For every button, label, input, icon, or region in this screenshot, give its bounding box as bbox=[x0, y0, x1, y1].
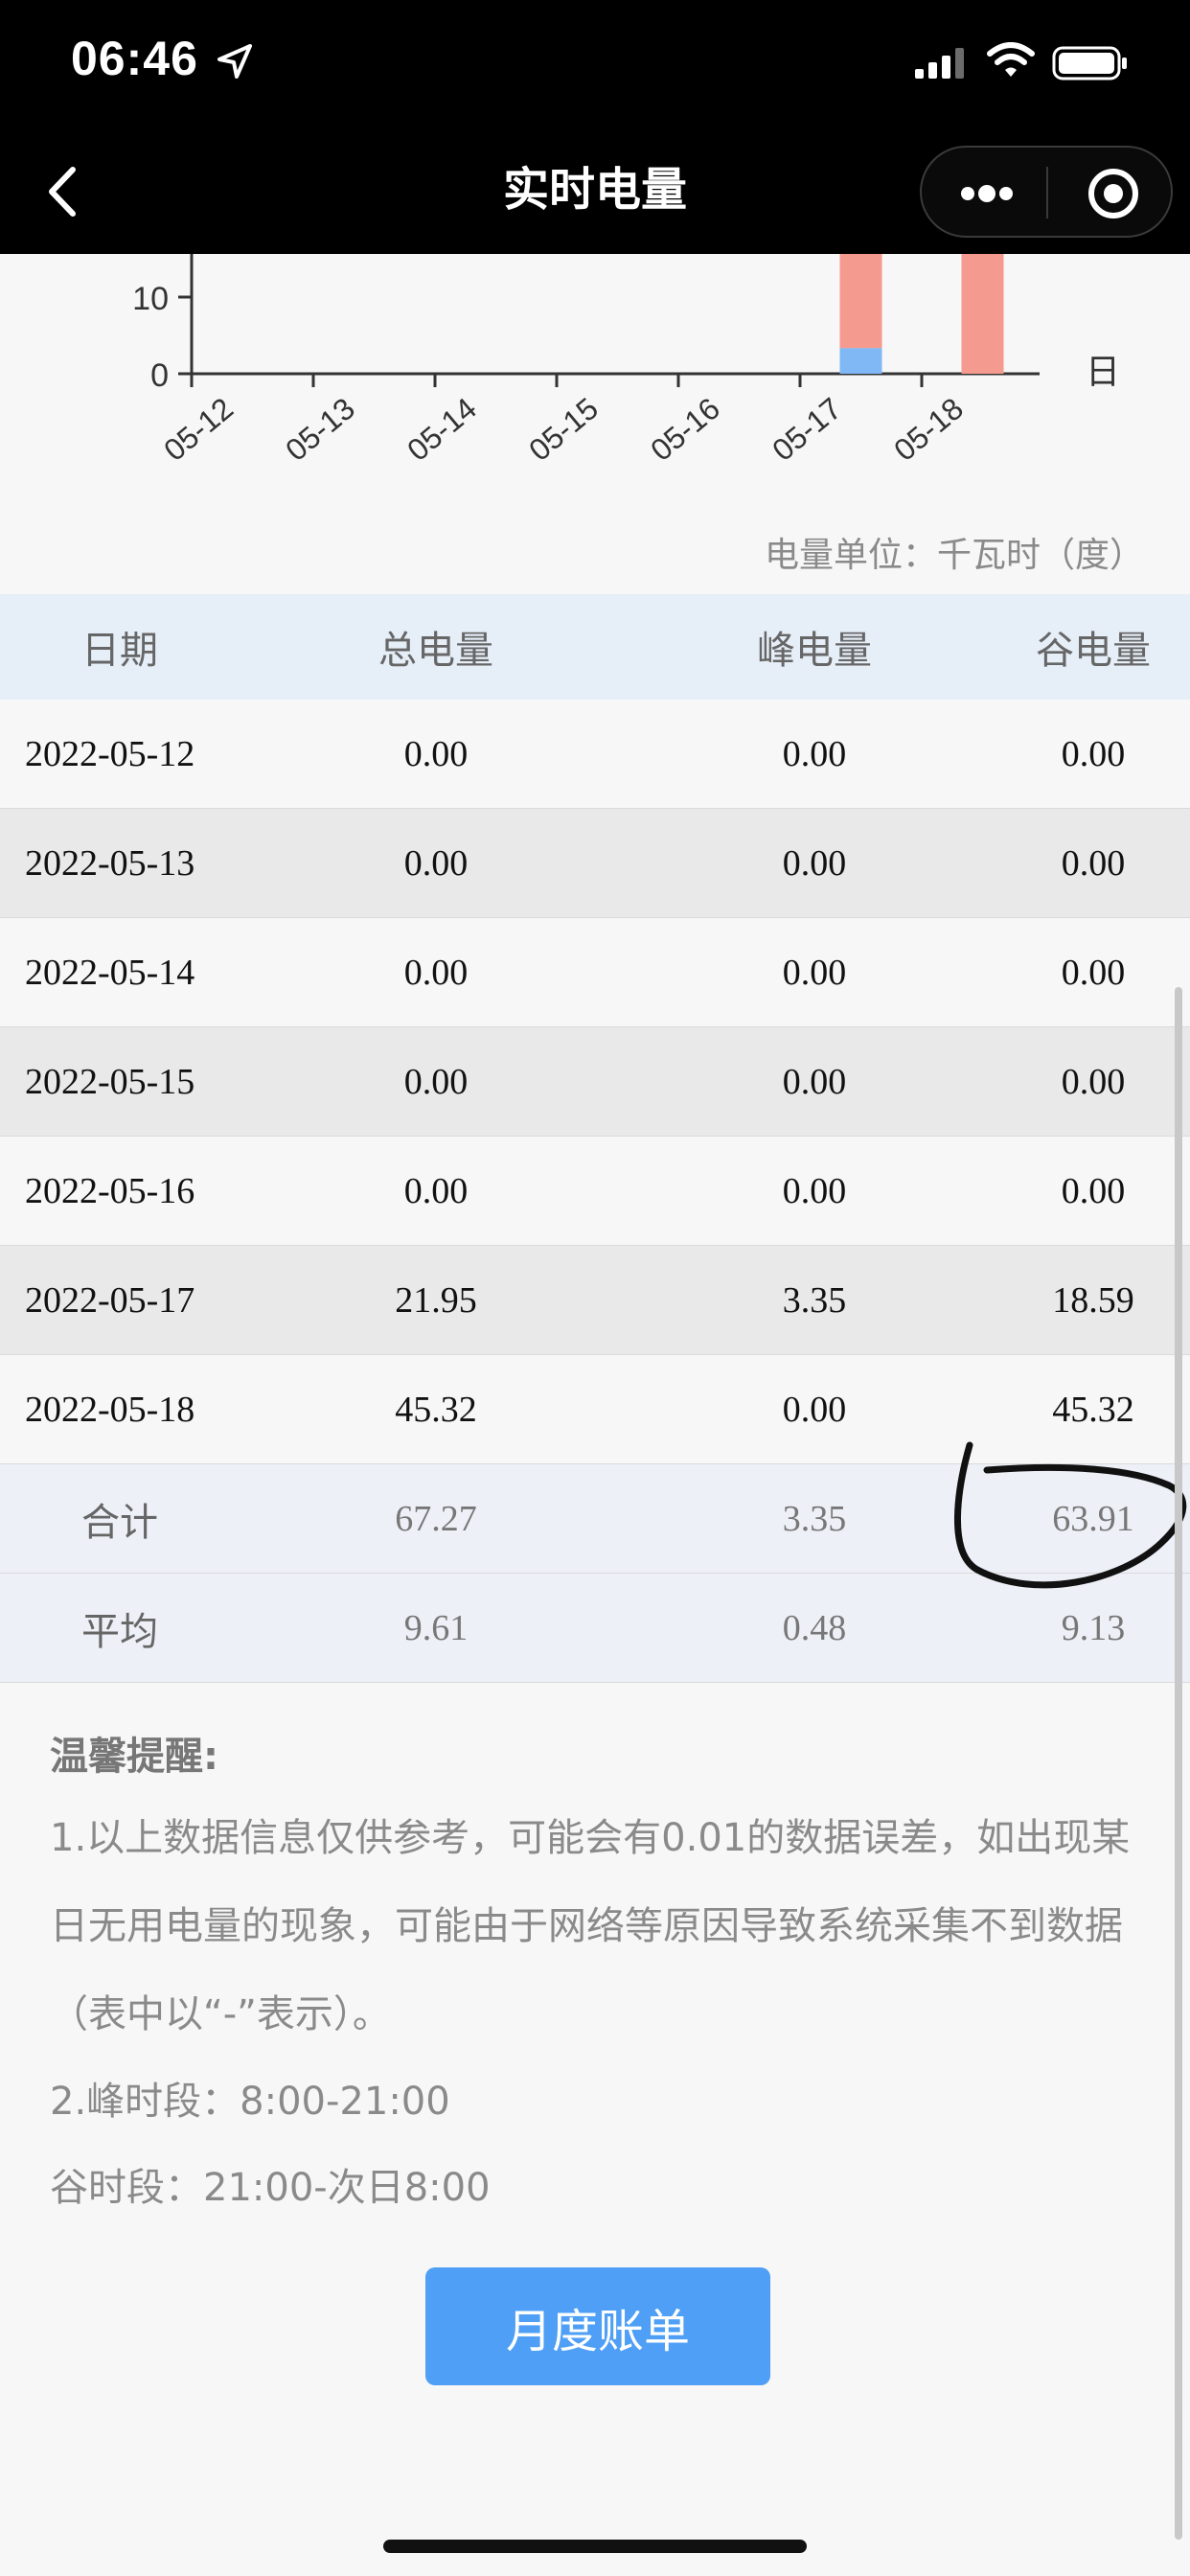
tips-paragraph-3: 谷时段：21:00-次日8:00 bbox=[50, 2166, 491, 2210]
x-tick-label: 05-17 bbox=[766, 391, 848, 468]
cell-date: 2022-05-12 bbox=[25, 733, 195, 774]
daily-usage-chart: 0 10 05-12 05-13 05-14 05-15 05-16 05-17 05-18 日 bbox=[0, 254, 1190, 541]
cell-total: 0.00 bbox=[403, 952, 469, 993]
tips-paragraph-1: 1.以上数据信息仅供参考，可能会有0.01的数据误差，如出现某日无用电量的现象，… bbox=[50, 1816, 1131, 2036]
table-row: 2022-05-17 21.95 3.35 18.59 bbox=[0, 1246, 1190, 1355]
average-total: 9.61 bbox=[403, 1607, 469, 1648]
cell-peak: 0.00 bbox=[782, 1061, 847, 1102]
cell-total: 0.00 bbox=[403, 733, 469, 774]
total-label: 合计 bbox=[81, 1500, 158, 1545]
total-total: 67.27 bbox=[395, 1498, 477, 1539]
cell-date: 2022-05-17 bbox=[25, 1279, 195, 1321]
average-label: 平均 bbox=[81, 1609, 158, 1654]
cell-date: 2022-05-15 bbox=[25, 1061, 195, 1102]
x-tick-label: 05-12 bbox=[157, 391, 240, 468]
header-date: 日期 bbox=[81, 629, 158, 673]
scrollbar[interactable] bbox=[1175, 987, 1182, 2540]
home-indicator bbox=[383, 2540, 807, 2553]
tips-title: 温馨提醒: bbox=[50, 1735, 218, 1779]
table-row: 2022-05-14 0.00 0.00 0.00 bbox=[0, 918, 1190, 1027]
cell-date: 2022-05-13 bbox=[25, 842, 195, 884]
battery-icon bbox=[1052, 46, 1127, 80]
handwritten-circle-annotation bbox=[953, 1441, 1187, 1589]
cell-total: 0.00 bbox=[403, 1061, 469, 1102]
cell-date: 2022-05-14 bbox=[25, 952, 195, 993]
cell-valley: 0.00 bbox=[1061, 733, 1126, 774]
cell-peak: 3.35 bbox=[782, 1279, 847, 1321]
table-header: 日期 总电量 峰电量 谷电量 bbox=[0, 594, 1190, 700]
cell-valley: 45.32 bbox=[1052, 1389, 1134, 1430]
cell-valley: 0.00 bbox=[1061, 1061, 1126, 1102]
cell-peak: 0.00 bbox=[782, 1170, 847, 1211]
cell-total: 45.32 bbox=[395, 1389, 477, 1430]
cell-valley: 0.00 bbox=[1061, 1170, 1126, 1211]
header-total: 总电量 bbox=[378, 629, 493, 673]
x-tick-label: 05-15 bbox=[522, 391, 605, 468]
bar-segment bbox=[839, 348, 882, 374]
navigation-bar: 实时电量 bbox=[0, 129, 1190, 254]
cell-valley: 18.59 bbox=[1052, 1279, 1134, 1321]
table-row: 2022-05-16 0.00 0.00 0.00 bbox=[0, 1137, 1190, 1246]
cell-date: 2022-05-16 bbox=[25, 1170, 195, 1211]
tips-paragraph-2: 2.峰时段：8:00-21:00 bbox=[50, 2080, 450, 2124]
miniprogram-capsule bbox=[920, 146, 1173, 238]
average-peak: 0.48 bbox=[782, 1607, 847, 1648]
total-peak: 3.35 bbox=[782, 1498, 847, 1539]
x-tick-label: 05-13 bbox=[279, 391, 361, 468]
table-row: 2022-05-13 0.00 0.00 0.00 bbox=[0, 809, 1190, 918]
cell-total: 0.00 bbox=[403, 1170, 469, 1211]
x-tick-label: 05-14 bbox=[400, 391, 483, 468]
cell-valley: 0.00 bbox=[1061, 842, 1126, 884]
tips-section: 温馨提醒: 1.以上数据信息仅供参考，可能会有0.01的数据误差，如出现某日无用… bbox=[50, 1725, 1152, 2231]
cell-peak: 0.00 bbox=[782, 842, 847, 884]
x-tick-label: 05-16 bbox=[644, 391, 726, 468]
chart-svg: 0 10 05-12 05-13 05-14 05-15 05-16 05-17 05-18 日 bbox=[132, 254, 1120, 468]
monthly-bill-button[interactable]: 月度账单 bbox=[425, 2267, 770, 2385]
unit-note: 电量单位：千瓦时（度） bbox=[764, 536, 1144, 575]
header-peak: 峰电量 bbox=[757, 629, 872, 673]
y-tick-label: 10 bbox=[132, 281, 169, 317]
status-bar: 06:46 bbox=[0, 0, 1190, 129]
cell-peak: 0.00 bbox=[782, 733, 847, 774]
bar-segment bbox=[839, 254, 882, 349]
bar-segment bbox=[961, 254, 1004, 374]
wifi-icon bbox=[987, 42, 1035, 77]
cell-peak: 0.00 bbox=[782, 1389, 847, 1430]
table-row: 2022-05-15 0.00 0.00 0.00 bbox=[0, 1027, 1190, 1137]
close-miniprogram-icon[interactable] bbox=[1087, 167, 1140, 220]
capsule-divider bbox=[1046, 167, 1048, 218]
x-unit-label: 日 bbox=[1086, 353, 1120, 392]
location-arrow-icon bbox=[217, 44, 252, 79]
average-valley: 9.13 bbox=[1061, 1607, 1126, 1648]
table-row: 2022-05-12 0.00 0.00 0.00 bbox=[0, 700, 1190, 809]
y-tick-label: 0 bbox=[150, 357, 169, 394]
cell-date: 2022-05-18 bbox=[25, 1389, 195, 1430]
cell-valley: 0.00 bbox=[1061, 952, 1126, 993]
cell-peak: 0.00 bbox=[782, 952, 847, 993]
cell-total: 0.00 bbox=[403, 842, 469, 884]
header-valley: 谷电量 bbox=[1036, 629, 1151, 673]
status-time: 06:46 bbox=[71, 32, 198, 85]
x-tick-label: 05-18 bbox=[887, 391, 970, 468]
cellular-signal-icon bbox=[915, 48, 964, 79]
cell-total: 21.95 bbox=[395, 1279, 477, 1321]
more-dots-icon[interactable] bbox=[958, 176, 1016, 211]
